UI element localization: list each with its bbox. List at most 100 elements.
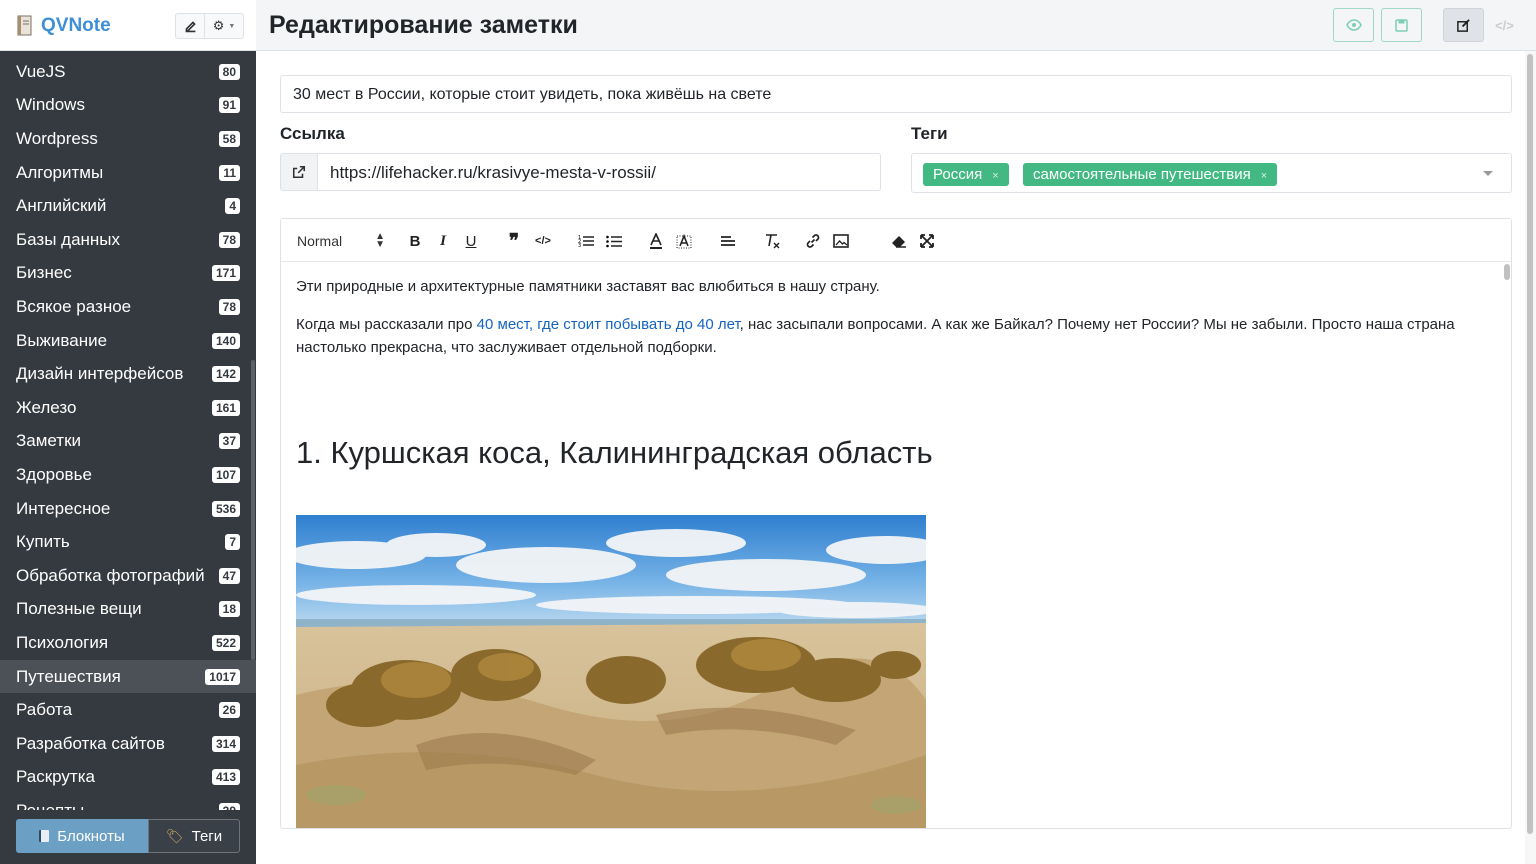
sidebar-item-label: Железо: [16, 397, 77, 417]
sidebar-item-databases[interactable]: Базы данных 78: [0, 223, 256, 256]
sidebar-item-label: Раскрутка: [16, 766, 95, 786]
sidebar-item-interesting[interactable]: Интересное 536: [0, 492, 256, 525]
sidebar-item-misc[interactable]: Всякое разное 78: [0, 290, 256, 323]
tags-icon: 🏷: [165, 827, 184, 844]
sidebar-item-label: Дизайн интерфейсов: [16, 363, 184, 383]
sidebar-item-recipes[interactable]: Рецепты 39: [0, 794, 256, 810]
select-arrows-icon: ▲ ▼: [375, 231, 385, 250]
sidebar-tabs: Блокноты 🏷 Теги: [16, 819, 240, 853]
open-link-button[interactable]: [280, 153, 318, 191]
note-count-badge: 39: [218, 802, 240, 810]
sidebar-item-promotion[interactable]: Раскрутка 413: [0, 760, 256, 793]
edit-icon: [185, 20, 196, 32]
article-link[interactable]: 40 мест, где стоит побывать до 40 лет: [477, 316, 740, 333]
sidebar-item-work[interactable]: Работа 26: [0, 693, 256, 726]
italic-button[interactable]: I: [435, 231, 451, 251]
code-icon: </>: [1495, 17, 1514, 33]
sidebar-item-business[interactable]: Бизнес 171: [0, 256, 256, 289]
note-count-badge: 91: [218, 96, 240, 113]
background-color-button[interactable]: [675, 231, 693, 251]
tab-notebooks[interactable]: Блокноты: [16, 819, 148, 853]
sidebar-header: QVNote ⚙ ▼: [0, 0, 256, 51]
remove-tag-icon[interactable]: ×: [992, 165, 998, 188]
note-count-badge: 413: [211, 768, 240, 785]
note-count-badge: 161: [211, 399, 240, 416]
editor-scrollbar-thumb[interactable]: [1504, 264, 1510, 280]
bullet-list-button[interactable]: [605, 231, 623, 251]
format-select[interactable]: Normal ▲ ▼: [297, 231, 385, 251]
tag-chip[interactable]: самостоятельные путешествия ×: [1023, 163, 1278, 188]
note-count-badge: 37: [218, 432, 240, 449]
page-scrollbar[interactable]: [1525, 51, 1536, 864]
note-count-badge: 26: [218, 701, 240, 718]
code-icon: </>: [535, 235, 551, 247]
note-count-badge: 171: [211, 264, 240, 281]
editor-scrollbar[interactable]: [1502, 262, 1511, 828]
paragraph: Когда мы рассказали про 40 мест, где сто…: [296, 313, 1476, 359]
sidebar-item-english[interactable]: Английский 4: [0, 189, 256, 222]
sidebar-item-hardware[interactable]: Железо 161: [0, 391, 256, 424]
note-count-badge: 78: [218, 231, 240, 248]
sidebar-item-psychology[interactable]: Психология 522: [0, 626, 256, 659]
bold-icon: B: [409, 232, 421, 250]
link-label: Ссылка: [280, 124, 345, 143]
remove-tag-icon[interactable]: ×: [1261, 165, 1267, 188]
tag-chip[interactable]: Россия ×: [923, 163, 1009, 186]
tags-select[interactable]: Россия × самостоятельные путешествия ×: [911, 153, 1512, 193]
code-mode-button[interactable]: </>: [1484, 8, 1525, 42]
underline-button[interactable]: U: [463, 231, 479, 251]
blockquote-button[interactable]: ❞: [505, 231, 523, 252]
clear-format-button[interactable]: [763, 231, 781, 251]
fullscreen-button[interactable]: [918, 231, 936, 251]
eraser-button[interactable]: [890, 231, 908, 251]
sidebar-item-useful[interactable]: Полезные вещи 18: [0, 592, 256, 625]
note-count-badge: 80: [218, 63, 240, 80]
edit-mode-button[interactable]: [1443, 8, 1484, 42]
note-editor-area: 30 мест в России, которые стоит увидеть,…: [256, 51, 1536, 864]
sidebar-item-windows[interactable]: Windows 91: [0, 88, 256, 121]
sidebar-item-label: Бизнес: [16, 262, 72, 282]
link-button[interactable]: [804, 231, 822, 251]
note-count-badge: 536: [211, 500, 240, 517]
link-field-group: https://lifehacker.ru/krasivye-mesta-v-r…: [280, 153, 881, 191]
sidebar-item-survival[interactable]: Выживание 140: [0, 324, 256, 357]
section-heading: 1. Куршская коса, Калининградская област…: [296, 435, 933, 470]
save-button[interactable]: [1381, 8, 1422, 42]
page-title: Редактирование заметки: [269, 11, 578, 39]
rich-text-editor: Normal ▲ ▼ B I U ❞ </> 123 Эти природные…: [280, 218, 1512, 829]
page-scrollbar-thumb[interactable]: [1527, 54, 1533, 834]
note-title-input[interactable]: 30 мест в России, которые стоит увидеть,…: [280, 75, 1512, 113]
sidebar-item-photo-editing[interactable]: Обработка фотографий 47: [0, 559, 256, 592]
settings-button[interactable]: ⚙ ▼: [204, 13, 244, 39]
sidebar-item-label: Путешествия: [16, 666, 121, 686]
sidebar-item-web-dev[interactable]: Разработка сайтов 314: [0, 727, 256, 760]
code-block-button[interactable]: </>: [533, 231, 553, 251]
sidebar-item-notes[interactable]: Заметки 37: [0, 424, 256, 457]
ordered-list-button[interactable]: 123: [577, 231, 595, 251]
sidebar-item-algorithms[interactable]: Алгоритмы 11: [0, 156, 256, 189]
sidebar-item-vuejs[interactable]: VueJS 80: [0, 55, 256, 88]
sidebar-item-health[interactable]: Здоровье 107: [0, 458, 256, 491]
image-button[interactable]: [832, 231, 850, 251]
sidebar-item-ui-design[interactable]: Дизайн интерфейсов 142: [0, 357, 256, 390]
link-input[interactable]: https://lifehacker.ru/krasivye-mesta-v-r…: [318, 153, 881, 191]
preview-button[interactable]: [1333, 8, 1374, 42]
dropdown-caret-icon[interactable]: [1483, 171, 1493, 176]
tab-tags[interactable]: 🏷 Теги: [148, 819, 240, 853]
tag-label: самостоятельные путешествия: [1033, 166, 1251, 183]
save-icon: [1395, 18, 1408, 32]
sidebar-item-wordpress[interactable]: Wordpress 58: [0, 122, 256, 155]
sidebar-item-buy[interactable]: Купить 7: [0, 525, 256, 558]
sidebar-scrollbar[interactable]: [251, 360, 255, 660]
align-button[interactable]: [719, 231, 737, 251]
new-note-button[interactable]: [175, 13, 205, 39]
sidebar-item-travel[interactable]: Путешествия 1017: [0, 660, 256, 693]
bold-button[interactable]: B: [407, 231, 423, 251]
italic-icon: I: [440, 232, 446, 249]
editor-content[interactable]: Эти природные и архитектурные памятники …: [281, 262, 1501, 828]
sidebar-item-label: Английский: [16, 195, 107, 215]
curonian-spit-photo: [296, 515, 926, 828]
sidebar-item-label: Всякое разное: [16, 296, 132, 316]
gear-icon: ⚙: [212, 18, 225, 33]
text-color-button[interactable]: [648, 231, 664, 251]
